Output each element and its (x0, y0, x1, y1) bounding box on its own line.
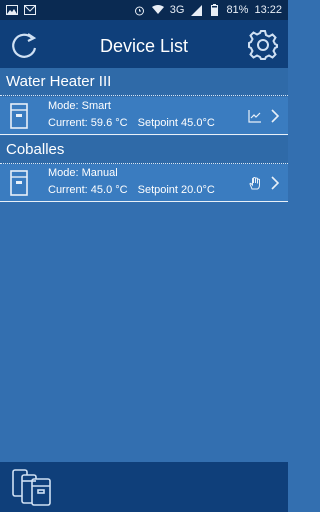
device-mode: Mode: Manual (48, 167, 118, 179)
status-bar-left (6, 4, 36, 16)
device-temps: Current: 59.6 °C Setpoint 45.0°C (48, 117, 215, 129)
clock: 13:22 (254, 4, 282, 16)
chevron-right-icon[interactable] (270, 108, 280, 124)
settings-gear-icon (248, 30, 278, 60)
status-bar-right: 3G 81% 13:22 (134, 4, 282, 16)
gmail-icon (24, 4, 36, 16)
group-name: Water Heater III (6, 73, 112, 90)
water-heater-icon (10, 103, 28, 129)
group-header-coballes[interactable]: Coballes (0, 136, 288, 164)
settings-button[interactable] (246, 28, 280, 62)
group-name: Coballes (6, 141, 65, 158)
page-title: Device List (99, 36, 189, 56)
device-row[interactable]: Mode: Manual Current: 45.0 °C Setpoint 20… (0, 164, 288, 202)
alarm-icon (134, 4, 146, 16)
status-bar: 3G 81% 13:22 (0, 0, 288, 20)
chart-icon (248, 110, 261, 123)
group-header-water-heater[interactable]: Water Heater III (0, 68, 288, 96)
devices-button[interactable] (10, 466, 54, 508)
battery-level: 81% (226, 4, 249, 16)
chevron-right-icon[interactable] (270, 175, 280, 191)
setpoint-temp: Setpoint 45.0°C (137, 117, 215, 129)
battery-icon (208, 4, 220, 16)
wifi-icon (151, 4, 164, 16)
bottom-bar (0, 462, 288, 512)
current-temp: Current: 45.0 °C (48, 184, 128, 196)
app-header: Device List (0, 20, 288, 68)
signal-icon (190, 4, 202, 16)
device-mode: Mode: Smart (48, 100, 111, 112)
current-temp: Current: 59.6 °C (48, 117, 128, 129)
device-temps: Current: 45.0 °C Setpoint 20.0°C (48, 184, 215, 196)
water-heater-icon (10, 170, 28, 196)
image-icon (6, 4, 18, 16)
hand-icon (249, 177, 260, 190)
network-type: 3G (169, 4, 185, 16)
setpoint-temp: Setpoint 20.0°C (137, 184, 215, 196)
devices-icon (12, 469, 51, 506)
device-row[interactable]: Mode: Smart Current: 59.6 °C Setpoint 45.… (0, 97, 288, 135)
